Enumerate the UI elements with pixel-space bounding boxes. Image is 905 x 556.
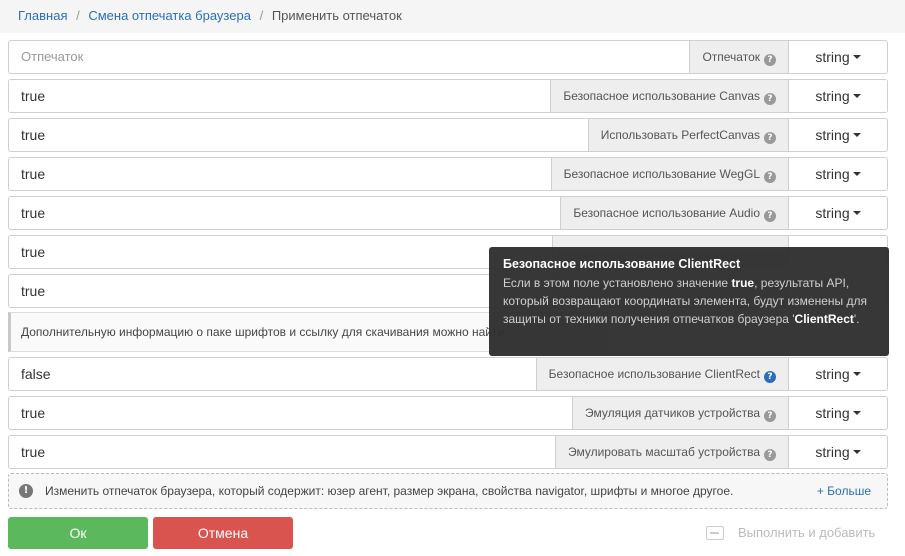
notice-text: Изменить отпечаток браузера, который сод… <box>45 484 734 498</box>
canvas-label: Безопасное использование Canvas? <box>550 79 789 113</box>
help-icon[interactable]: ? <box>764 449 776 461</box>
fingerprint-label-text: Отпечаток <box>702 50 760 64</box>
execute-icon <box>706 526 724 540</box>
webgl-row: true Безопасное использование WegGL? str… <box>8 157 888 191</box>
more-link[interactable]: + Больше <box>817 474 877 508</box>
device-scale-input[interactable]: true <box>8 435 555 469</box>
execute-and-add-button[interactable]: Выполнить и добавить <box>706 522 875 544</box>
type-dropdown[interactable]: string <box>789 357 888 391</box>
webgl-label-text: Безопасное использование WegGL <box>563 167 760 181</box>
type-dropdown-label: string <box>815 49 850 65</box>
sensors-input[interactable]: true <box>8 396 573 430</box>
caret-down-icon <box>852 411 861 415</box>
breadcrumb: Главная / Смена отпечатка браузера / При… <box>0 0 905 33</box>
type-dropdown-label: string <box>815 366 850 382</box>
fingerprint-notice: ! Изменить отпечаток браузера, который с… <box>8 473 888 509</box>
exclamation-icon: ! <box>19 484 33 498</box>
breadcrumb-parent[interactable]: Смена отпечатка браузера <box>88 8 251 23</box>
type-dropdown[interactable]: string <box>789 118 888 152</box>
help-icon[interactable]: ? <box>764 371 776 383</box>
type-dropdown-label: string <box>815 444 850 460</box>
cancel-button[interactable]: Отмена <box>153 517 293 549</box>
breadcrumb-separator: / <box>259 8 264 23</box>
perfectcanvas-input[interactable]: true <box>8 118 588 152</box>
help-icon[interactable]: ? <box>764 132 776 144</box>
caret-down-icon <box>852 172 861 176</box>
device-scale-label-text: Эмулировать масштаб устройства <box>567 445 760 459</box>
ok-button[interactable]: Ок <box>8 517 148 549</box>
breadcrumb-current: Применить отпечаток <box>271 8 402 23</box>
tooltip-text-3: '. <box>853 312 860 326</box>
canvas-row: true Безопасное использование Canvas? st… <box>8 79 888 113</box>
type-dropdown[interactable]: string <box>789 435 888 469</box>
clientrect-input[interactable]: false <box>8 357 536 391</box>
device-scale-label: Эмулировать масштаб устройства? <box>554 435 789 469</box>
audio-label-text: Безопасное использование Audio <box>573 206 760 220</box>
type-dropdown-label: string <box>815 205 850 221</box>
caret-down-icon <box>852 55 861 59</box>
type-dropdown[interactable]: string <box>789 196 888 230</box>
caret-down-icon <box>852 133 861 137</box>
type-dropdown-label: string <box>815 405 850 421</box>
audio-row: true Безопасное использование Audio? str… <box>8 196 888 230</box>
device-scale-row: true Эмулировать масштаб устройства? str… <box>8 435 888 469</box>
help-icon[interactable]: ? <box>764 54 776 66</box>
help-icon[interactable]: ? <box>764 210 776 222</box>
type-dropdown[interactable]: string <box>789 40 888 74</box>
clientrect-tooltip: Безопасное использование ClientRect Если… <box>489 247 889 356</box>
caret-down-icon <box>852 450 861 454</box>
tooltip-bold-1: true <box>731 276 755 290</box>
tooltip-body: Если в этом поле установлено значение tr… <box>503 274 875 328</box>
type-dropdown[interactable]: string <box>789 396 888 430</box>
fingerprint-input[interactable]: Отпечаток <box>8 40 690 74</box>
clientrect-label-text: Безопасное использование ClientRect <box>548 367 760 381</box>
audio-input[interactable]: true <box>8 196 561 230</box>
sensors-row: true Эмуляция датчиков устройства? strin… <box>8 396 888 430</box>
breadcrumb-home[interactable]: Главная <box>18 8 67 23</box>
perfectcanvas-row: true Использовать PerfectCanvas? string <box>8 118 888 152</box>
obscured-input-1[interactable]: true <box>8 235 552 269</box>
type-dropdown-label: string <box>815 88 850 104</box>
canvas-input[interactable]: true <box>8 79 551 113</box>
audio-label: Безопасное использование Audio? <box>560 196 789 230</box>
clientrect-row: false Безопасное использование ClientRec… <box>8 357 888 391</box>
type-dropdown-label: string <box>815 127 850 143</box>
sensors-label-text: Эмуляция датчиков устройства <box>585 406 760 420</box>
obscured-input-2[interactable]: true <box>8 274 552 308</box>
webgl-label: Безопасное использование WegGL? <box>550 157 789 191</box>
caret-down-icon <box>852 94 861 98</box>
sensors-label: Эмуляция датчиков устройства? <box>572 396 789 430</box>
help-icon[interactable]: ? <box>764 410 776 422</box>
webgl-input[interactable]: true <box>8 157 551 191</box>
clientrect-label: Безопасное использование ClientRect? <box>535 357 789 391</box>
type-dropdown-label: string <box>815 166 850 182</box>
help-icon[interactable]: ? <box>764 171 776 183</box>
type-dropdown[interactable]: string <box>789 79 888 113</box>
type-dropdown[interactable]: string <box>789 157 888 191</box>
fingerprint-label: Отпечаток? <box>689 40 789 74</box>
help-icon[interactable]: ? <box>764 93 776 105</box>
caret-down-icon <box>852 372 861 376</box>
fingerprint-row: Отпечаток Отпечаток? string <box>8 40 888 74</box>
tooltip-text-1: Если в этом поле установлено значение <box>503 276 732 290</box>
execute-and-add-label: Выполнить и добавить <box>738 525 876 540</box>
canvas-label-text: Безопасное использование Canvas <box>563 89 760 103</box>
perfectcanvas-label-text: Использовать PerfectCanvas <box>600 128 760 142</box>
tooltip-title: Безопасное использование ClientRect <box>503 257 741 271</box>
caret-down-icon <box>852 211 861 215</box>
tooltip-bold-2: ClientRect <box>794 312 854 326</box>
breadcrumb-separator: / <box>76 8 80 23</box>
perfectcanvas-label: Использовать PerfectCanvas? <box>587 118 789 152</box>
